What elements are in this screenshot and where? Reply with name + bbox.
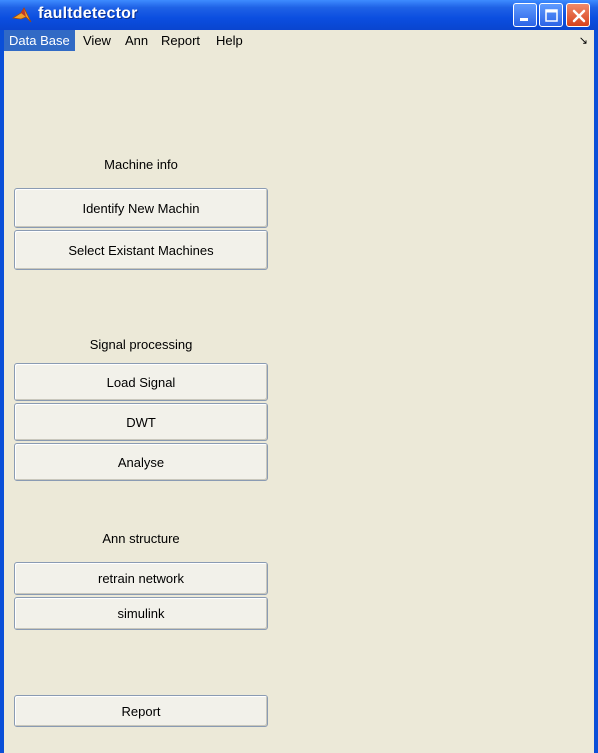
- retrain-network-button[interactable]: retrain network: [14, 562, 268, 595]
- close-button[interactable]: [566, 3, 590, 27]
- menu-report[interactable]: Report: [156, 30, 205, 51]
- menu-help[interactable]: Help: [211, 30, 248, 51]
- simulink-button[interactable]: simulink: [14, 597, 268, 630]
- identify-new-machine-button[interactable]: Identify New Machin: [14, 188, 268, 228]
- menu-data-base[interactable]: Data Base: [4, 30, 75, 51]
- load-signal-button[interactable]: Load Signal: [14, 363, 268, 401]
- signal-processing-label: Signal processing: [89, 337, 193, 352]
- analyse-button[interactable]: Analyse: [14, 443, 268, 481]
- dwt-button[interactable]: DWT: [14, 403, 268, 441]
- machine-info-label: Machine info: [104, 157, 178, 172]
- maximize-button[interactable]: [539, 3, 563, 27]
- menu-view[interactable]: View: [78, 30, 116, 51]
- matlab-icon: [11, 6, 32, 24]
- window-body: Data Base View Ann Report Help ↘ Machine…: [4, 30, 594, 753]
- maximize-icon: [545, 9, 558, 22]
- minimize-icon: [520, 18, 528, 21]
- close-icon: [572, 9, 586, 23]
- title-bar[interactable]: faultdetector: [0, 0, 598, 30]
- menu-bar: Data Base View Ann Report Help ↘: [4, 30, 594, 51]
- window-title: faultdetector: [38, 5, 138, 22]
- app-window: faultdetector Data Base View Ann Report …: [0, 0, 598, 753]
- menu-ann[interactable]: Ann: [120, 30, 153, 51]
- minimize-button[interactable]: [513, 3, 537, 27]
- report-button[interactable]: Report: [14, 695, 268, 727]
- ann-structure-label: Ann structure: [102, 531, 180, 546]
- toolbar-arrow-icon[interactable]: ↘: [579, 34, 588, 47]
- select-existing-machines-button[interactable]: Select Existant Machines: [14, 230, 268, 270]
